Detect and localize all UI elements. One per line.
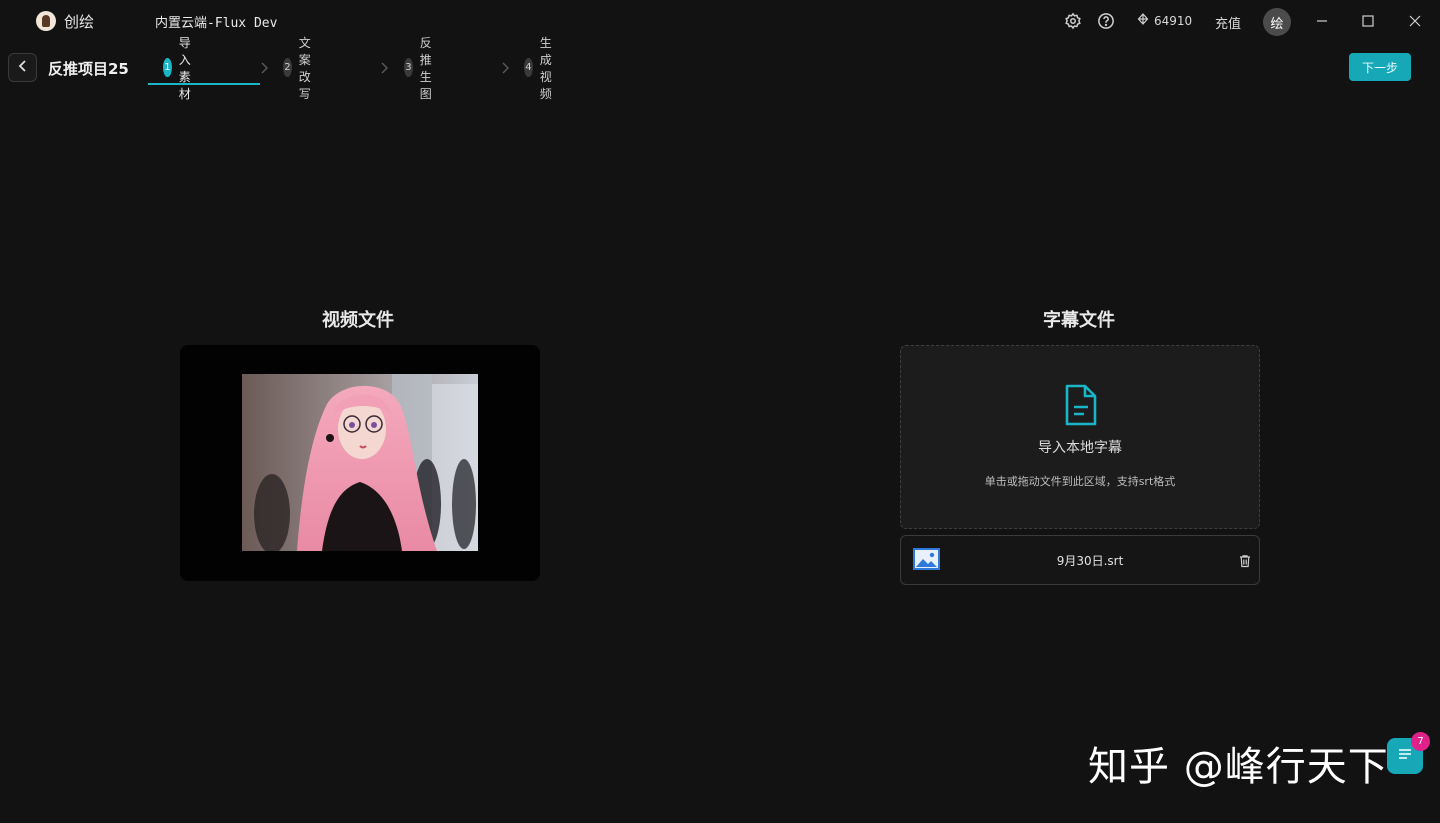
step-import[interactable]: 1 导入素材	[163, 36, 201, 101]
subtitle-upload-dropzone[interactable]: 导入本地字幕 单击或拖动文件到此区域，支持srt格式	[900, 345, 1260, 529]
subtitle-file-item: 9月30日.srt	[900, 535, 1260, 585]
chevron-right-icon	[379, 60, 389, 74]
minimize-button[interactable]	[1310, 9, 1334, 33]
maximize-button[interactable]	[1356, 9, 1380, 33]
step-label: 文案改写	[298, 35, 311, 101]
notification-badge: 7	[1411, 732, 1430, 751]
video-thumbnail	[242, 374, 478, 551]
document-icon	[1063, 383, 1099, 427]
subtitle-section-title: 字幕文件	[1043, 310, 1115, 331]
avatar[interactable]: 绘	[1263, 8, 1291, 36]
video-preview[interactable]	[180, 345, 540, 581]
subtitle-file-name: 9月30日.srt	[1056, 554, 1124, 568]
watermark: 知乎 @峰行天下	[1088, 744, 1389, 790]
model-selector[interactable]: 内置云端-Flux Dev	[155, 12, 277, 31]
title-bar: 创绘 内置云端-Flux Dev 64910 充值 绘	[0, 0, 1440, 42]
step-label: 导入素材	[178, 35, 191, 101]
step-rewrite[interactable]: 2 文案改写	[283, 36, 321, 101]
chat-icon	[1396, 746, 1414, 766]
active-step-indicator	[148, 83, 260, 85]
gear-icon[interactable]	[1064, 12, 1082, 30]
trash-icon[interactable]	[1238, 553, 1252, 568]
chevron-right-icon	[259, 60, 269, 74]
upload-hint: 单击或拖动文件到此区域，支持srt格式	[984, 475, 1176, 488]
step-number: 2	[283, 58, 292, 77]
video-section-title: 视频文件	[322, 310, 394, 331]
credits-value: 64910	[1154, 13, 1193, 28]
credits-display: 64910	[1137, 13, 1192, 28]
step-label: 生成视频	[539, 35, 552, 101]
app-logo	[36, 11, 56, 31]
step-number: 4	[524, 58, 533, 77]
close-button[interactable]	[1403, 9, 1427, 33]
app-name: 创绘	[64, 13, 95, 31]
chevron-right-icon	[500, 60, 510, 74]
recharge-button[interactable]: 充值	[1215, 13, 1241, 32]
gem-icon	[1137, 13, 1149, 28]
help-circle-icon[interactable]	[1097, 12, 1115, 30]
step-number: 3	[404, 58, 413, 77]
step-label: 反推生图	[419, 35, 432, 101]
step-number: 1	[163, 58, 172, 77]
project-title: 反推项目25	[48, 60, 129, 78]
import-subtitle-label: 导入本地字幕	[1038, 440, 1122, 456]
step-reverse-image[interactable]: 3 反推生图	[404, 36, 442, 101]
chevron-left-icon	[17, 58, 29, 77]
step-generate-video[interactable]: 4 生成视频	[524, 36, 562, 101]
back-button[interactable]	[8, 53, 37, 82]
next-step-button[interactable]: 下一步	[1349, 53, 1411, 81]
